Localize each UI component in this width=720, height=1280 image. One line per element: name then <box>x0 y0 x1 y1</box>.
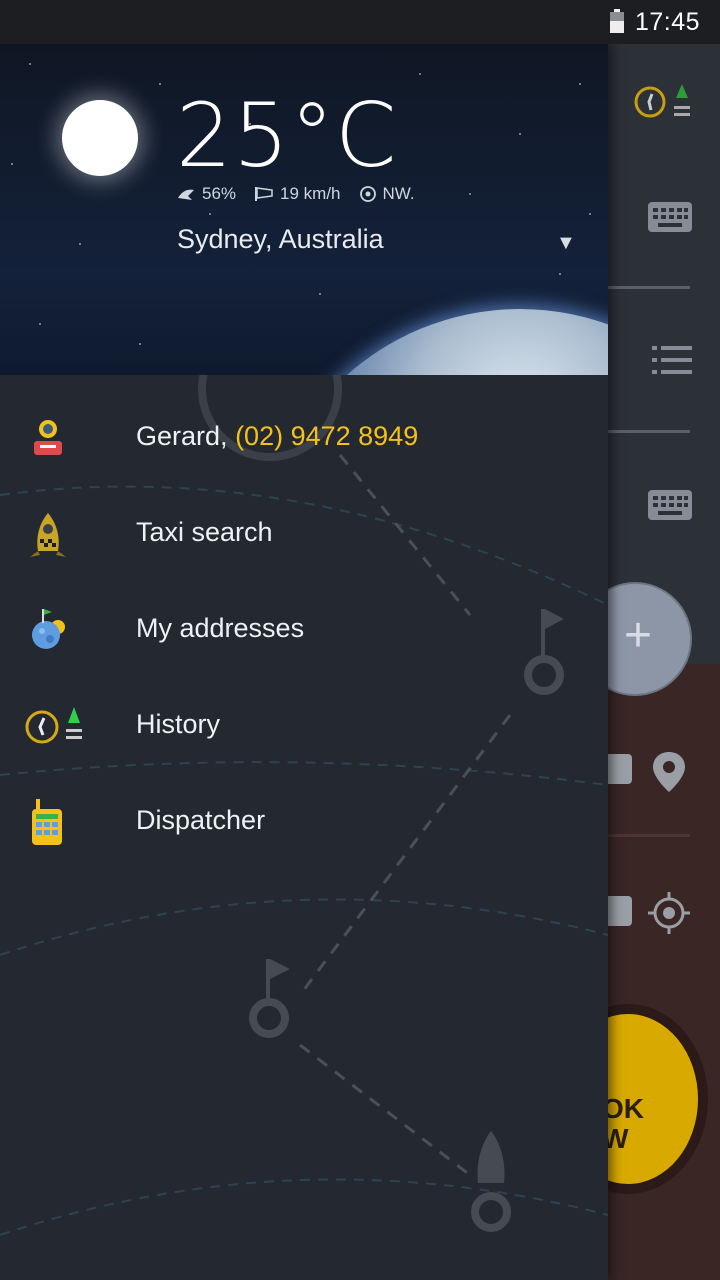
temperature: 25°C <box>176 84 398 187</box>
user-name: Gerard, <box>136 421 228 451</box>
weather-header: 25°C 56% 19 km/h NW. Sydney, Australia ▼ <box>0 44 608 375</box>
status-time: 17:45 <box>634 8 700 36</box>
menu-item-my-addresses[interactable]: My addresses <box>0 583 608 679</box>
user-profile-item[interactable]: Gerard, (02) 9472 8949 <box>0 391 608 487</box>
keyboard-icon[interactable] <box>604 754 632 784</box>
divider <box>608 286 690 289</box>
menu-item-label: Taxi search <box>136 517 273 547</box>
walkie-talkie-icon <box>32 799 62 845</box>
location-name[interactable]: Sydney, Australia <box>177 224 384 255</box>
wind-direction-icon <box>359 186 376 202</box>
menu-item-label: My addresses <box>136 613 305 643</box>
keyboard-icon[interactable] <box>604 896 632 926</box>
book-button-line1: OK <box>602 1093 644 1124</box>
divider <box>608 834 690 837</box>
sunny-icon <box>62 100 138 176</box>
drawer-menu: Gerard, (02) 9472 8949 Taxi search My ad… <box>0 375 608 1280</box>
menu-item-history[interactable]: History <box>0 679 608 775</box>
status-bar: 17:45 <box>0 0 720 44</box>
list-icon[interactable] <box>652 344 692 376</box>
rocket-taxi-icon <box>30 513 66 557</box>
humidity-value: 56% <box>202 184 237 203</box>
navigation-drawer: 25°C 56% 19 km/h NW. Sydney, Australia ▼ <box>0 44 608 1280</box>
battery-icon <box>610 9 624 33</box>
wind-direction-value: NW. <box>382 184 415 203</box>
menu-item-label: Dispatcher <box>136 805 266 835</box>
gps-target-icon[interactable] <box>648 892 690 934</box>
plus-icon: + <box>624 609 653 662</box>
astronaut-user-icon <box>34 420 62 455</box>
clock-rocket-icon <box>25 707 82 744</box>
humidity-icon <box>178 189 194 200</box>
wind-icon <box>255 187 273 201</box>
location-dropdown-icon[interactable]: ▼ <box>556 232 576 255</box>
weather-metrics: 56% 19 km/h NW. <box>176 184 433 204</box>
keyboard-icon[interactable] <box>648 202 692 232</box>
wind-speed-value: 19 km/h <box>280 184 341 203</box>
user-phone: (02) 9472 8949 <box>235 421 419 451</box>
keyboard-icon[interactable] <box>648 490 692 520</box>
location-pin-icon[interactable] <box>652 752 686 792</box>
menu-item-taxi-search[interactable]: Taxi search <box>0 487 608 583</box>
planet-flag-icon <box>32 609 65 649</box>
menu-item-dispatcher[interactable]: Dispatcher <box>0 775 608 871</box>
history-icon[interactable] <box>632 80 696 124</box>
menu-item-label: History <box>136 709 221 739</box>
divider <box>608 430 690 433</box>
